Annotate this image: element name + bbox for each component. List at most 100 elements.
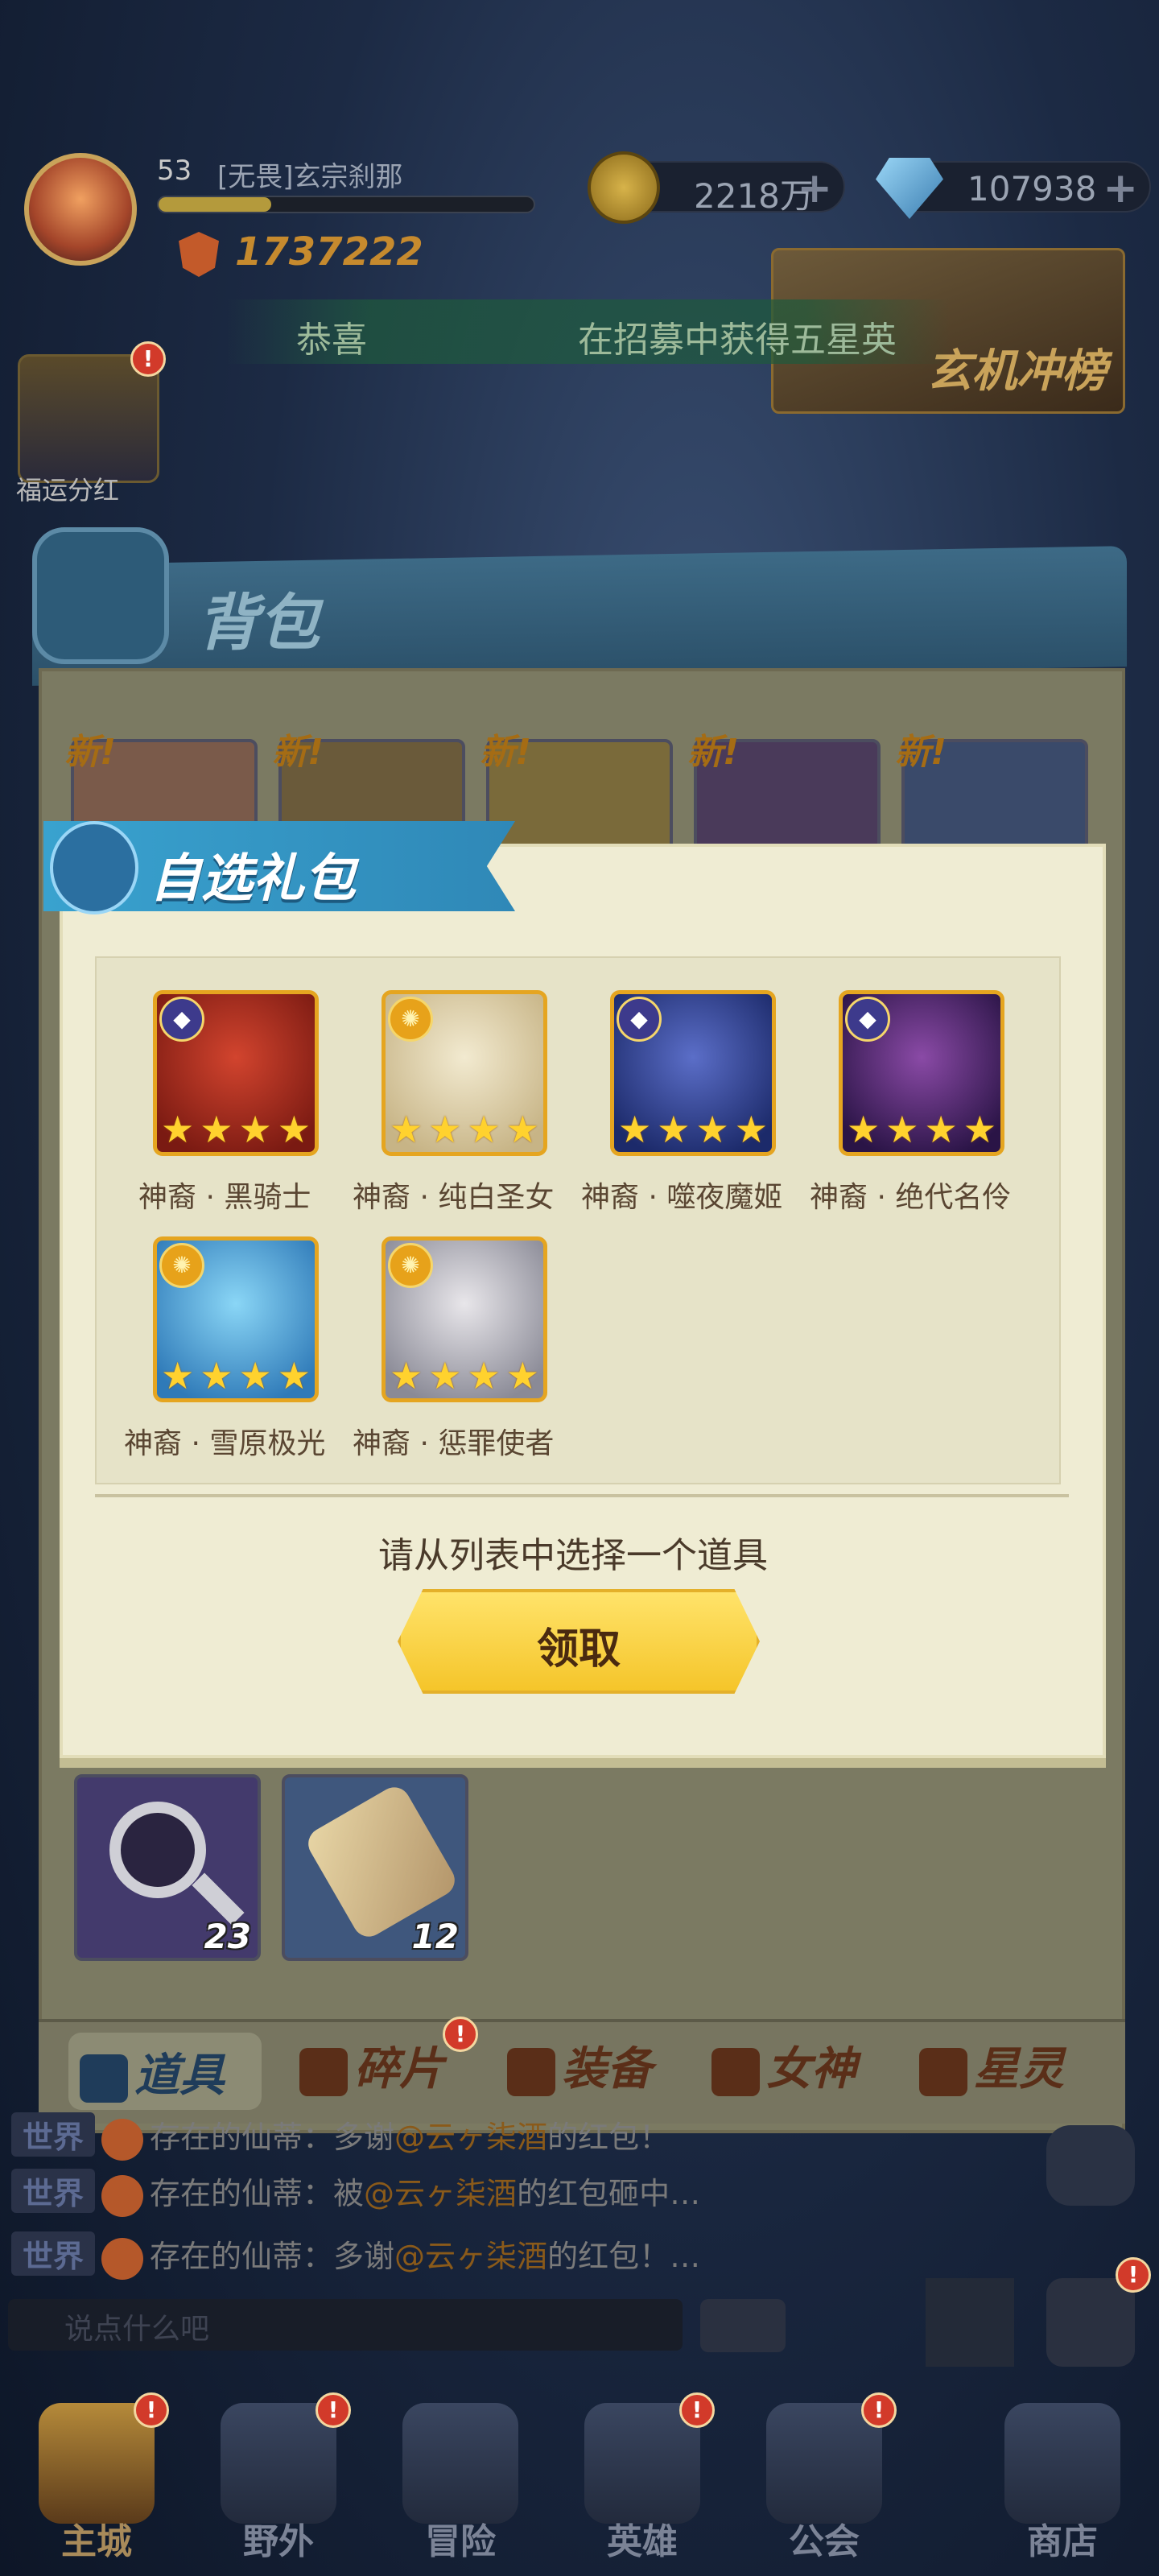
game-screen: 53 [无畏]玄宗刹那 1737222 2218万 + 107938 + 玄机冲… (0, 0, 1159, 2576)
nav-label: 野外 (243, 2521, 314, 2562)
tab-star-spirit[interactable]: 星灵 (919, 2033, 1064, 2110)
tab-items[interactable]: 道具 (68, 2033, 262, 2110)
faction-badge-icon: ✺ (388, 1243, 433, 1288)
nav-alert-badge: ! (316, 2392, 351, 2428)
chat-avatar (101, 2237, 144, 2280)
player-level: 53 (157, 155, 192, 187)
tab-label: 道具 (134, 2050, 225, 2102)
tab-equipment[interactable]: 装备 (507, 2033, 652, 2110)
combat-power: 1737222 (235, 229, 423, 275)
star-rating: ★ ★ ★ ★ (618, 1108, 768, 1151)
nav-label: 英雄 (607, 2521, 678, 2562)
shop-icon (1004, 2403, 1120, 2524)
fortune-label: 福运分红 (16, 475, 120, 506)
friends-icon[interactable] (1046, 2125, 1135, 2206)
chat-channel: 世界 (11, 2231, 96, 2276)
xp-bar-fill (159, 197, 271, 212)
chat-mention[interactable]: @云ヶ柒酒 (394, 2239, 547, 2274)
fragments-tab-icon (299, 2047, 348, 2096)
tab-label: 星灵 (974, 2043, 1064, 2095)
backpack-shortcut-icon[interactable] (1046, 2278, 1135, 2367)
faction-badge-icon: ✺ (388, 997, 433, 1042)
add-gold-button[interactable]: + (797, 164, 832, 213)
xp-bar (157, 196, 535, 213)
nav-label: 商店 (1027, 2521, 1098, 2562)
faction-badge-icon: ✺ (159, 1243, 204, 1288)
faction-badge-icon: ◆ (617, 997, 662, 1042)
star-rating: ★ ★ ★ ★ (390, 1108, 539, 1151)
bag-item-scroll[interactable]: 12 (282, 1774, 468, 1961)
notice-text-2: 在招募中获得五星英 (578, 320, 897, 361)
goddess-tab-icon (711, 2047, 760, 2096)
power-shield-icon (179, 232, 219, 277)
chat-text: 的红包！ (547, 2120, 670, 2155)
new-tag: 新! (480, 732, 532, 773)
divider (95, 1494, 1069, 1497)
star-rating: ★ ★ ★ ★ (161, 1354, 311, 1397)
new-tag: 新! (272, 732, 324, 773)
new-tag: 新! (895, 732, 947, 773)
magnifier-icon (109, 1802, 206, 1898)
tab-fragments[interactable]: 碎片 (299, 2033, 444, 2110)
bag-header (32, 546, 1127, 686)
chat-text: 的红包！… (547, 2239, 701, 2274)
chat-text: 的红包砸中… (517, 2176, 701, 2211)
chat-speaker: 存在的仙蒂： (150, 2239, 334, 2274)
star-tab-icon (919, 2047, 967, 2096)
emoji-button[interactable] (700, 2299, 786, 2352)
nav-shop[interactable]: 商店 (982, 2403, 1143, 2564)
hero-option-3[interactable]: ◆ ★ ★ ★ ★ 神裔 · 噬夜魔姬 (552, 990, 786, 1248)
faction-badge-icon: ◆ (159, 997, 204, 1042)
star-rating: ★ ★ ★ ★ (847, 1108, 996, 1151)
gem-amount: 107938 (967, 169, 1097, 208)
hero-name: 神裔 · 绝代名伶 (810, 1181, 1012, 1214)
player-avatar[interactable] (24, 153, 137, 266)
nav-label: 公会 (789, 2521, 860, 2562)
hero-name: 神裔 · 惩罪使者 (353, 1427, 555, 1460)
nav-label: 主城 (61, 2521, 132, 2562)
chat-channel: 世界 (11, 2112, 96, 2157)
chat-mention[interactable]: @云ヶ柒酒 (394, 2120, 547, 2155)
hero-option-1[interactable]: ◆ ★ ★ ★ ★ 神裔 · 黑骑士 (95, 990, 328, 1248)
selection-prompt: 请从列表中选择一个道具 (378, 1535, 768, 1576)
gold-coin-icon (588, 151, 660, 224)
item-count: 23 (204, 1917, 251, 1956)
event-rank-label: 玄机冲榜 (926, 345, 1107, 398)
add-gem-button[interactable]: + (1103, 164, 1138, 213)
leaderboard-icon[interactable] (926, 2278, 1014, 2367)
backpack-icon (32, 527, 169, 664)
hero-option-6[interactable]: ✺ ★ ★ ★ ★ 神裔 · 惩罪使者 (324, 1236, 557, 1494)
chat-text: 多谢 (333, 2120, 395, 2155)
faction-badge-icon: ◆ (845, 997, 890, 1042)
hero-option-5[interactable]: ✺ ★ ★ ★ ★ 神裔 · 雪原极光 (95, 1236, 328, 1494)
adventure-icon (402, 2403, 518, 2524)
feather-icon (50, 821, 138, 914)
chat-line: 世界 存在的仙蒂：多谢@云ヶ柒酒的红包！ (11, 2112, 670, 2161)
new-tag: 新! (687, 732, 740, 773)
item-count: 12 (411, 1917, 459, 1956)
equipment-tab-icon (507, 2047, 555, 2096)
claim-button-label: 领取 (536, 1625, 621, 1674)
fortune-alert-badge: ! (130, 341, 166, 377)
tab-label: 装备 (562, 2043, 652, 2095)
tab-label: 女神 (766, 2043, 856, 2095)
chat-input[interactable]: 说点什么吧 (8, 2299, 683, 2351)
chat-channel: 世界 (11, 2169, 96, 2213)
fragments-alert-badge: ! (443, 2017, 478, 2052)
hero-option-4[interactable]: ◆ ★ ★ ★ ★ 神裔 · 绝代名伶 (781, 990, 1014, 1248)
nav-alert-badge: ! (679, 2392, 715, 2428)
nav-adventure[interactable]: 冒险 (380, 2403, 541, 2564)
chat-text: 被 (333, 2176, 365, 2211)
hero-option-2[interactable]: ✺ ★ ★ ★ ★ 神裔 · 纯白圣女 (324, 990, 557, 1248)
chat-mention[interactable]: @云ヶ柒酒 (364, 2176, 517, 2211)
tab-goddess[interactable]: 女神 (711, 2033, 856, 2110)
player-name: [无畏]玄宗刹那 (217, 161, 403, 193)
star-rating: ★ ★ ★ ★ (390, 1354, 539, 1397)
claim-button[interactable]: 领取 (398, 1589, 760, 1694)
nav-alert-badge: ! (861, 2392, 897, 2428)
star-rating: ★ ★ ★ ★ (161, 1108, 311, 1151)
chat-avatar (101, 2174, 144, 2217)
bag-item-magnifier[interactable]: 23 (74, 1774, 261, 1961)
broadcast-notice: 恭喜 在招募中获得五星英 (225, 299, 950, 364)
tab-label: 碎片 (354, 2043, 444, 2095)
